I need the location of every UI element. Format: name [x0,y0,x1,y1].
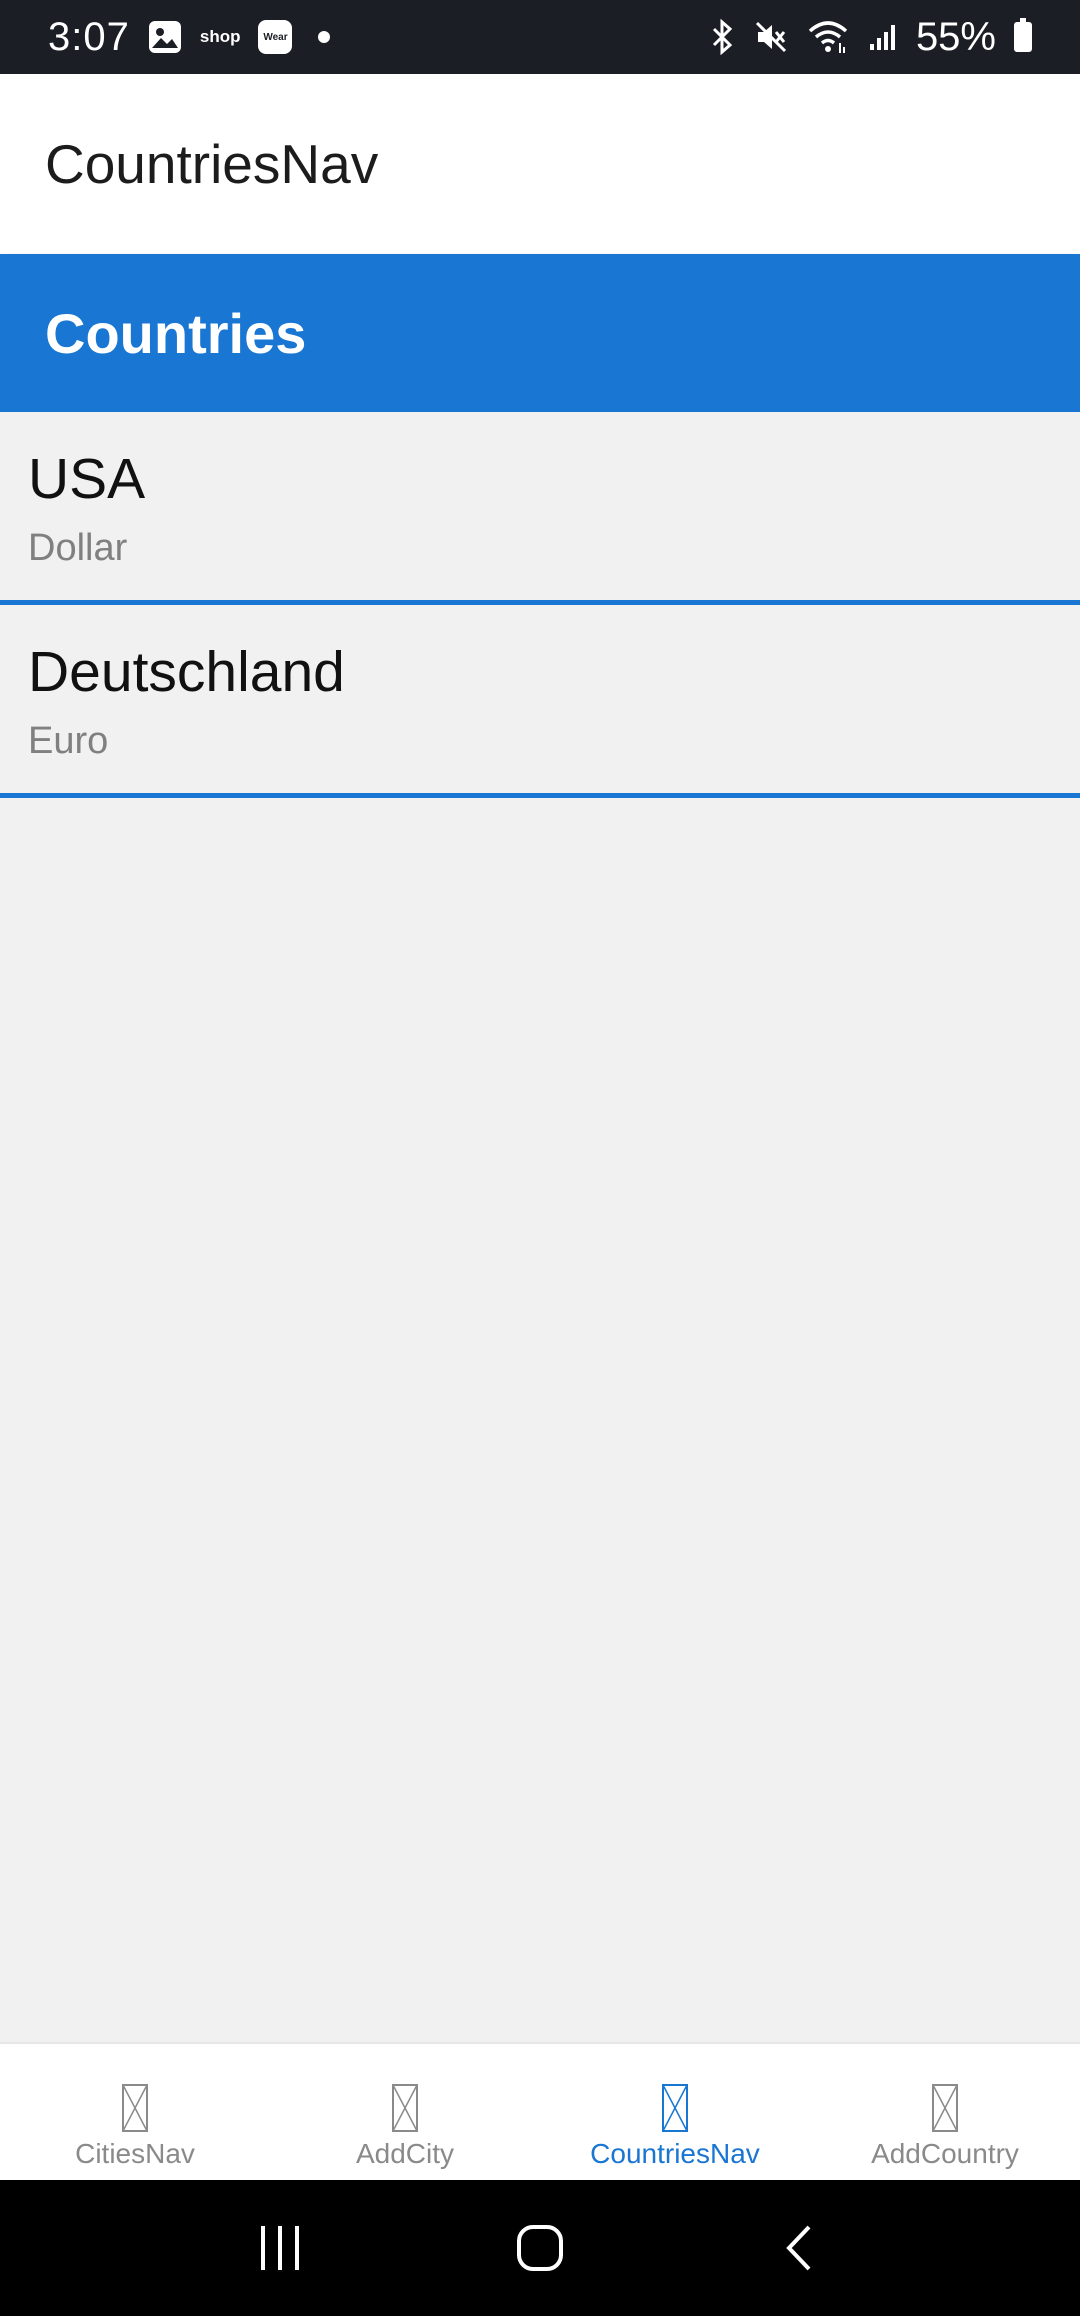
recents-button[interactable] [240,2208,320,2288]
tab-label: CountriesNav [590,2138,760,2169]
home-icon [517,2225,563,2271]
status-time: 3:07 [48,14,130,59]
tab-label: AddCity [355,2138,455,2169]
dot-icon [318,31,331,43]
status-bar: 3:07 shop Wear 55% [0,0,1080,74]
wear-icon: Wear [258,20,293,54]
country-name: Deutschland [28,640,345,704]
system-nav-bar [0,2180,1080,2316]
bluetooth-icon [708,19,736,55]
tab-addcity[interactable]: AddCity [270,2044,540,2180]
status-right: 55% [708,15,1032,60]
tab-label: CitiesNav [75,2138,195,2169]
wifi-icon [806,19,850,55]
battery-percent: 55% [915,14,996,59]
countries-list: USA Dollar Deutschland Euro [0,412,1080,798]
placeholder-icon [662,2084,688,2132]
header-title: Countries [45,301,307,365]
back-button[interactable] [760,2208,840,2288]
recents-icon [261,2226,299,2270]
status-left: 3:07 shop Wear [48,14,331,60]
tab-citiesnav[interactable]: CitiesNav [0,2044,270,2180]
app-bar: CountriesNav [0,74,1080,254]
tab-countriesnav[interactable]: CountriesNav [540,2044,810,2180]
tab-addcountry[interactable]: AddCountry [810,2044,1080,2180]
country-currency: Dollar [28,526,128,569]
home-button[interactable] [500,2208,580,2288]
list-item-deutschland[interactable]: Deutschland Euro [0,605,1080,798]
shop-icon: shop [199,27,241,46]
bottom-nav: CitiesNav AddCity CountriesNav AddCountr… [0,2042,1080,2180]
country-currency: Euro [28,719,109,762]
placeholder-icon [122,2084,148,2132]
placeholder-icon [392,2084,418,2132]
app-title: CountriesNav [45,133,379,195]
gallery-icon [148,20,182,54]
tab-label: AddCountry [871,2138,1019,2169]
battery-icon [1014,18,1032,52]
country-name: USA [28,447,146,511]
signal-icon [868,22,898,52]
countries-header: Countries [0,254,1080,412]
mute-icon [754,20,788,54]
back-icon [786,2225,811,2271]
list-item-usa[interactable]: USA Dollar [0,412,1080,605]
placeholder-icon [932,2084,958,2132]
